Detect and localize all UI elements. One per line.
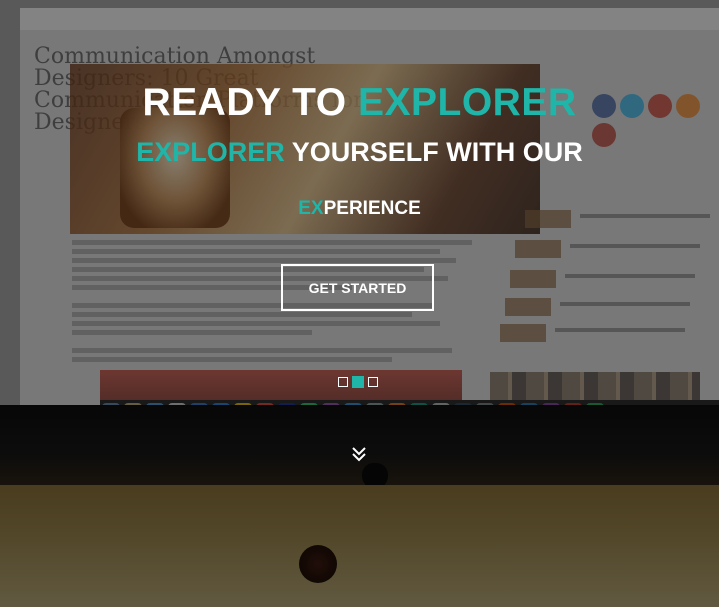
hero-subtitle-accent: EXPLORER (136, 137, 285, 167)
double-chevron-down-icon[interactable] (349, 444, 369, 464)
slider-dot-3[interactable] (368, 377, 378, 387)
hero-title-accent: EXPLORER (357, 81, 577, 124)
slider-dot-1[interactable] (338, 377, 348, 387)
slider-dot-2-active[interactable] (352, 376, 364, 388)
hero-tagline-accent: EX (298, 198, 324, 219)
hero-tagline-white: PERIENCE (323, 198, 421, 219)
slider-dots (338, 376, 378, 388)
hero-title: READY TO EXPLORER (0, 80, 719, 126)
hero-title-white: READY TO (142, 81, 358, 124)
hero-subtitle-white: YOURSELF WITH OUR (284, 137, 583, 167)
hero-subtitle: EXPLORER YOURSELF WITH OUR (0, 136, 719, 168)
hero-tagline: EXPERIENCE (0, 198, 719, 220)
get-started-button[interactable]: GET STARTED (281, 264, 434, 311)
